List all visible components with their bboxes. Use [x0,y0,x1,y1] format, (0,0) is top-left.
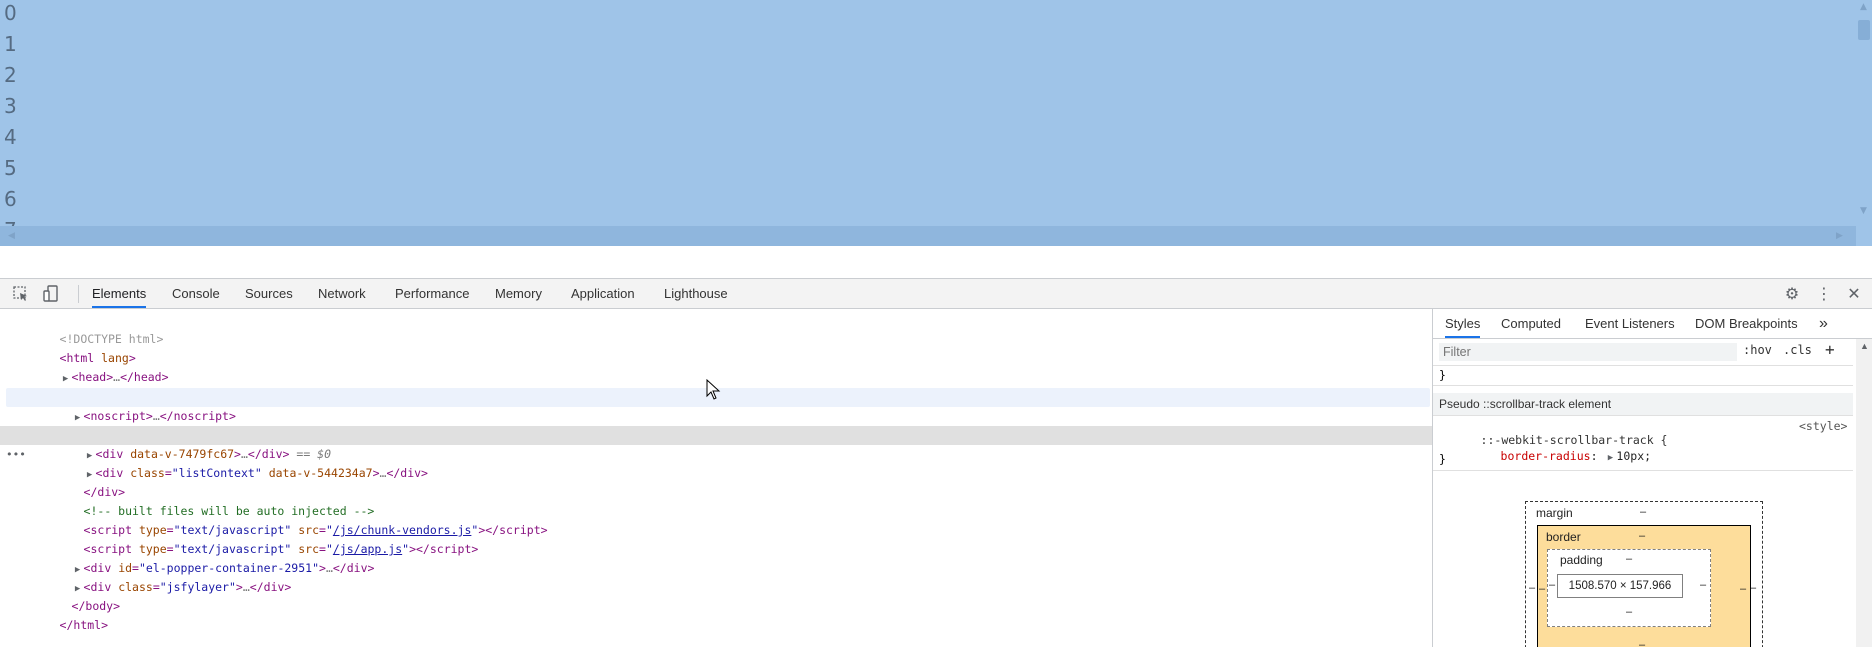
scroll-down-arrow-icon[interactable]: ▼ [1860,206,1867,216]
css-property-name[interactable]: border-radius [1501,449,1591,463]
close-devtools-icon[interactable]: ✕ [1844,284,1864,304]
page-viewport: 0 1 2 3 4 5 6 7 ▲ ▼ ◀ ▶ [0,0,1872,246]
tab-event-listeners[interactable]: Event Listeners [1585,309,1675,338]
inspect-element-icon[interactable] [12,285,30,303]
sidebar-tabbar: Styles Computed Event Listeners DOM Brea… [1433,309,1872,339]
toolbar-separator [78,285,79,303]
padding-top-value[interactable]: – [1626,553,1632,565]
expand-value-triangle-icon[interactable]: ▶ [1604,453,1616,463]
list-item: 4 [4,125,17,149]
elements-dom-tree: <!DOCTYPE html> <html lang> ▶ <head>…</he… [0,309,1432,647]
vertical-scrollbar[interactable]: ▲ ▼ [1856,0,1872,226]
styles-filter-input[interactable] [1439,343,1737,361]
box-model-content-size[interactable]: 1508.570 × 157.966 [1557,574,1683,598]
dom-node-div-app[interactable]: ▼<div id="app" data-v-app> [6,407,1430,442]
rule-divider [1433,470,1853,471]
styles-filter-bar: :hov .cls + [1433,339,1853,366]
dom-node-script-vendors[interactable]: <script type="text/javascript" src="/js/… [6,502,1430,537]
list-item: 5 [4,156,17,180]
settings-gear-icon[interactable]: ⚙ [1782,284,1802,304]
tab-performance[interactable]: Performance [395,279,469,308]
tab-dom-breakpoints[interactable]: DOM Breakpoints [1695,309,1798,338]
padding-label: padding [1560,553,1603,567]
padding-bottom-value[interactable]: – [1626,606,1632,618]
rule-divider [1433,385,1853,386]
dom-node-div-jsfylayer[interactable]: ▶ <div class="jsfylayer">…</div> [6,559,1430,594]
rule-close-brace: } [1439,368,1446,382]
margin-label: margin [1536,506,1573,520]
dom-node-comment[interactable]: <!-- built files will be auto injected -… [6,483,1430,518]
dom-node-div-listcontext[interactable]: ▶ <div class="listContext" data-v-544234a… [6,445,1430,480]
mouse-cursor-icon [706,379,721,400]
dom-node-div-popper[interactable]: ▶ <div id="el-popper-container-2951">…</d… [6,540,1430,575]
dom-node-html-close[interactable]: </html> [6,597,1430,632]
tab-console[interactable]: Console [172,279,220,308]
tab-memory[interactable]: Memory [495,279,542,308]
scroll-left-arrow-icon[interactable]: ◀ [8,231,15,241]
dom-node-head[interactable]: ▶ <head>…</head> [6,349,1430,384]
box-model-padding[interactable]: padding – – – – 1508.570 × 157.966 [1547,549,1711,627]
dom-node-body-close[interactable]: </body> [6,578,1430,613]
box-model-border[interactable]: border – – – – padding – – – – 1508.570 … [1537,525,1751,647]
devtools-tabbar: Elements Console Sources Network Perform… [0,279,1872,309]
dom-node-selected-div[interactable]: ••• ▶ <div data-v-7479fc67>…</div> == $0 [0,426,1432,461]
pseudo-header-text: Pseudo ::scrollbar-track element [1439,397,1612,411]
styles-sidebar: Styles Computed Event Listeners DOM Brea… [1433,309,1872,647]
cls-toggle-button[interactable]: .cls [1783,343,1812,357]
dom-node-html[interactable]: <html lang> [6,330,1430,365]
scroll-up-arrow-icon[interactable]: ▲ [1860,341,1869,351]
border-label: border [1546,530,1581,544]
list-item: 3 [4,94,17,118]
device-toolbar-icon[interactable] [42,285,60,303]
list-item: 0 [4,1,17,25]
list-item: 1 [4,32,17,56]
tab-sources[interactable]: Sources [245,279,293,308]
tab-network[interactable]: Network [318,279,366,308]
rule-divider [1433,415,1853,416]
tab-lighthouse[interactable]: Lighthouse [664,279,728,308]
padding-right-value[interactable]: – [1700,579,1706,591]
inspected-element-highlight: 0 1 2 3 4 5 6 7 ▲ ▼ ◀ ▶ [0,0,1872,246]
css-property-value[interactable]: 10px; [1616,449,1651,463]
more-options-icon[interactable]: ⋮ [1814,284,1834,304]
scroll-right-arrow-icon[interactable]: ▶ [1836,231,1843,241]
number-list: 0 1 2 3 4 5 6 7 [4,0,17,233]
margin-top-value[interactable]: – [1640,506,1646,518]
pseudo-element-header: Pseudo ::scrollbar-track element [1433,393,1853,415]
margin-left-value[interactable]: – [1529,582,1535,594]
vertical-scroll-thumb[interactable] [1858,20,1870,40]
styles-scrollbar[interactable]: ▲ [1856,339,1872,647]
border-right-value[interactable]: – [1740,583,1746,595]
devtools-panel: Elements Console Sources Network Perform… [0,278,1872,647]
more-tabs-chevron-icon[interactable]: » [1819,309,1828,338]
rule-source-link[interactable]: <style> [1799,419,1847,433]
padding-left-value[interactable]: – [1549,579,1555,591]
dom-node-doctype[interactable]: <!DOCTYPE html> [6,311,1430,346]
horizontal-scrollbar[interactable]: ◀ ▶ [0,226,1856,246]
border-left-value[interactable]: – [1539,583,1545,595]
rule-close-brace: } [1439,452,1446,466]
tab-application[interactable]: Application [571,279,635,308]
list-item: 6 [4,187,17,211]
box-model-margin[interactable]: margin – – – border – – – – padding – – … [1525,501,1763,647]
dom-node-script-app[interactable]: <script type="text/javascript" src="/js/… [6,521,1430,556]
dom-node-div-close[interactable]: </div> [6,464,1430,499]
scroll-up-arrow-icon[interactable]: ▲ [1860,2,1867,12]
list-item: 2 [4,63,17,87]
tab-elements[interactable]: Elements [92,279,147,308]
tab-styles[interactable]: Styles [1445,309,1481,338]
hov-toggle-button[interactable]: :hov [1743,343,1772,357]
new-style-rule-icon[interactable]: + [1825,340,1835,359]
tab-computed[interactable]: Computed [1501,309,1561,338]
border-top-value[interactable]: – [1639,530,1645,542]
